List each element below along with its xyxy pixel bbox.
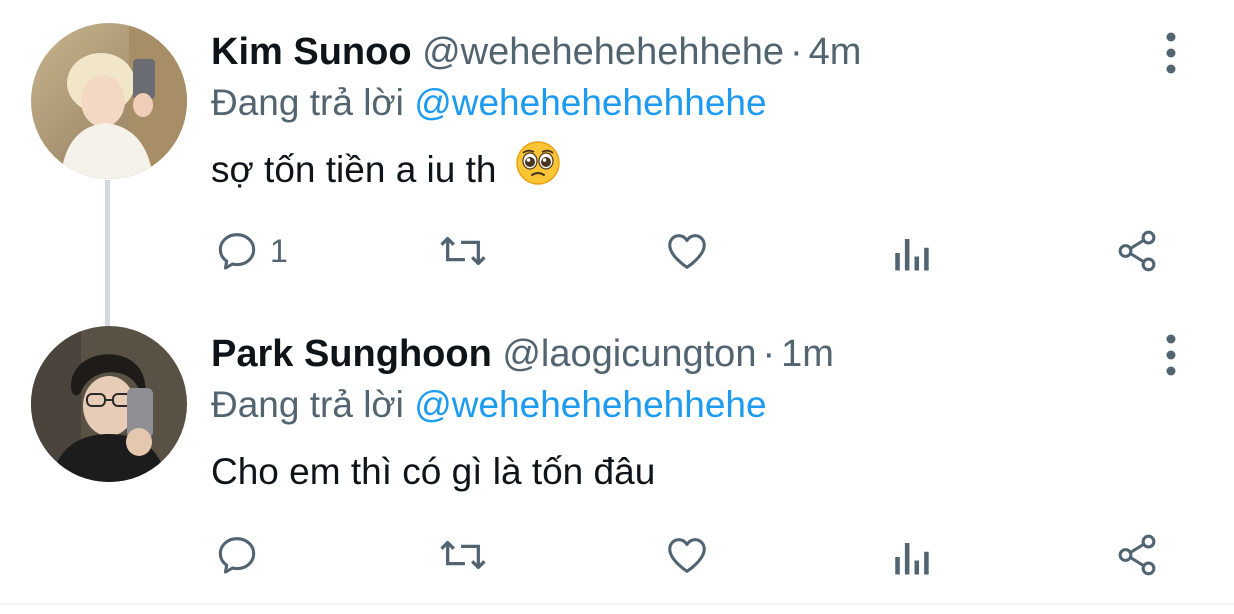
replying-to-mention[interactable]: @wehehehehehhehe (414, 384, 766, 425)
replying-to-label: Đang trả lời (211, 384, 404, 425)
tweet-kim-sunoo[interactable]: Kim Sunoo @wehehehehehhehe · 4m Đang trả l… (0, 0, 1234, 300)
like-icon (668, 538, 706, 573)
pleading-face-icon (516, 140, 560, 185)
replying-to-mention[interactable]: @wehehehehehhehe (414, 82, 766, 123)
avatar[interactable] (31, 326, 187, 482)
pleading-face-emoji (515, 140, 561, 199)
avatar[interactable] (31, 23, 187, 179)
tweet-text-content: Cho em thì có gì là tốn đâu (211, 451, 656, 492)
retweet-icon (440, 236, 486, 266)
bottom-divider (0, 603, 1234, 605)
share-button[interactable] (1114, 530, 1160, 580)
author-name[interactable]: Park Sunghoon (211, 333, 492, 375)
more-options-icon (1166, 334, 1176, 376)
tweet-text: Cho em thì có gì là tốn đâu (211, 447, 655, 497)
analytics-icon (895, 543, 929, 575)
tweet-timestamp[interactable]: 1m (781, 333, 834, 375)
tweet-text-content: sợ tốn tiền a iu th (211, 149, 497, 190)
more-options-button[interactable] (1156, 331, 1186, 379)
author-name[interactable]: Kim Sunoo (211, 31, 412, 73)
avatar-image-park-sunghoon (31, 326, 187, 482)
reply-icon (218, 233, 256, 270)
author-handle[interactable]: @wehehehehehhehe (422, 31, 784, 73)
replying-to: Đang trả lời @wehehehehehhehe (211, 382, 767, 428)
share-button[interactable] (1114, 226, 1160, 276)
analytics-icon (895, 239, 929, 271)
reply-button[interactable]: 1 (214, 226, 288, 276)
reply-button[interactable] (214, 530, 270, 580)
retweet-icon (440, 540, 486, 570)
separator-dot: · (790, 31, 803, 73)
retweet-button[interactable] (438, 226, 488, 276)
tweet-text: sợ tốn tiền a iu th (211, 140, 561, 195)
tweet-timestamp[interactable]: 4m (809, 31, 862, 73)
retweet-button[interactable] (438, 530, 488, 580)
like-icon (668, 234, 706, 269)
replying-to-label: Đang trả lời (211, 82, 404, 123)
reply-icon (218, 537, 256, 574)
tweet-header: Kim Sunoo @wehehehehehhehe · 4m (211, 27, 861, 77)
author-handle[interactable]: @laogicungton (502, 333, 756, 375)
avatar-image-kim-sunoo (31, 23, 187, 179)
like-button[interactable] (664, 226, 710, 276)
more-options-button[interactable] (1156, 29, 1186, 77)
share-icon (1118, 534, 1156, 576)
replying-to: Đang trả lời @wehehehehehhehe (211, 80, 767, 126)
tweet-park-sunghoon[interactable]: Park Sunghoon @laogicungton · 1m Đang trả … (0, 300, 1234, 603)
share-icon (1118, 230, 1156, 272)
reply-count: 1 (270, 232, 288, 269)
more-options-icon (1166, 32, 1176, 74)
tweet-header: Park Sunghoon @laogicungton · 1m (211, 329, 834, 379)
separator-dot: · (762, 333, 776, 375)
analytics-button[interactable] (890, 532, 932, 582)
tweet-thread: Kim Sunoo @wehehehehehhehe · 4m Đang trả l… (0, 0, 1234, 614)
analytics-button[interactable] (890, 228, 932, 278)
like-button[interactable] (664, 530, 710, 580)
